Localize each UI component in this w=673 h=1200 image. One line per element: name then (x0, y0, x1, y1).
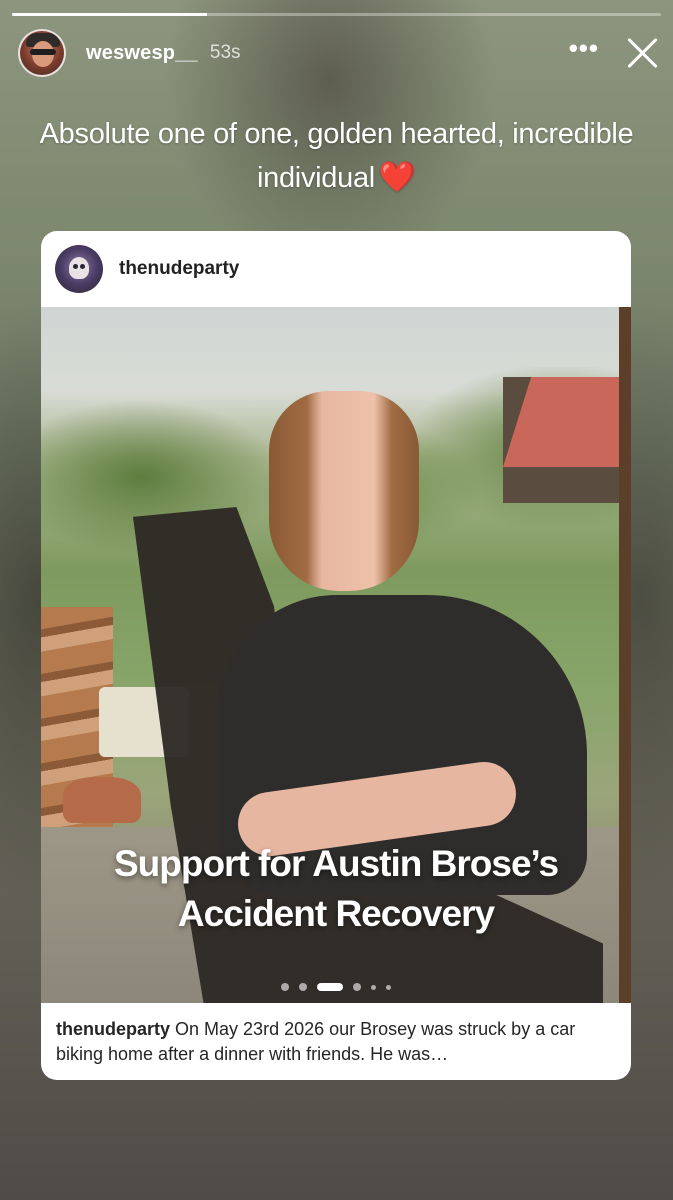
carousel-dot (281, 983, 289, 991)
post-image[interactable]: Support for Austin Brose’s Accident Reco… (41, 307, 631, 1003)
caption-line-1: Absolute one of one, golden hearted, inc… (39, 118, 634, 150)
story-progress-fill (12, 13, 207, 16)
caption-line-2: individual (257, 162, 375, 194)
author-username[interactable]: weswesp__ (86, 42, 198, 65)
author-avatar[interactable] (18, 29, 66, 77)
more-options-icon[interactable]: ••• (569, 35, 599, 71)
close-icon[interactable] (625, 36, 659, 70)
carousel-dot (299, 983, 307, 991)
overlay-title-line-1: Support for Austin Brose’s (113, 843, 559, 884)
heart-emoji-icon: ❤️ (378, 161, 416, 194)
post-author-username[interactable]: thenudeparty (119, 258, 239, 280)
carousel-indicator (41, 983, 631, 991)
carousel-dot (353, 983, 361, 991)
carousel-dot (371, 984, 376, 990)
story-progress-bar (12, 13, 661, 16)
post-author-avatar[interactable] (55, 245, 103, 293)
carousel-dot (386, 984, 391, 990)
overlay-title-line-2: Accident Recovery (177, 893, 495, 934)
post-overlay-title: Support for Austin Brose’s Accident Reco… (41, 839, 631, 939)
post-caption-owner[interactable]: thenudeparty (56, 1019, 170, 1039)
story-header: weswesp__ 53s ••• (18, 28, 659, 78)
story-caption: Absolute one of one, golden hearted, inc… (0, 112, 673, 200)
post-header: thenudeparty (41, 231, 631, 307)
story-timestamp: 53s (209, 42, 241, 63)
carousel-dot-active (317, 983, 343, 991)
shared-post-card[interactable]: thenudeparty Support for Austin Brose’s … (41, 231, 631, 1080)
post-caption: thenudeparty On May 23rd 2026 our Brosey… (56, 1017, 617, 1067)
